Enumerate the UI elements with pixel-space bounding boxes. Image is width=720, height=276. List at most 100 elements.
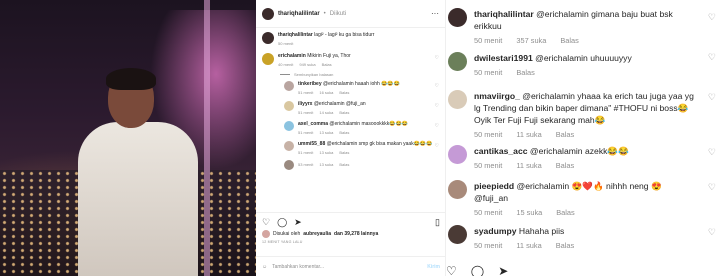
reply-username[interactable]: tinkeribey xyxy=(298,81,322,87)
reply-button[interactable]: Balas xyxy=(322,62,332,69)
comment-username[interactable]: nmaviirgo_ xyxy=(474,91,520,101)
heart-icon[interactable]: ♡ xyxy=(708,12,716,23)
post-actions: ♡ ◯ ➤ ▯ xyxy=(256,212,445,232)
comment-input[interactable]: Tambahkan komentar... xyxy=(272,264,324,270)
comment-likes[interactable]: 11 suka xyxy=(516,161,541,170)
comment-item: erichalamin Mikirin Fuji ya, Thor 40 men… xyxy=(262,53,439,68)
share-icon[interactable]: ➤ xyxy=(498,264,508,276)
reply-button[interactable]: Balas xyxy=(339,150,349,157)
person-body xyxy=(78,122,198,276)
heart-icon[interactable]: ♡ xyxy=(708,182,716,193)
comment-likes[interactable]: 949 suka xyxy=(299,62,315,69)
reply-button[interactable]: Balas xyxy=(339,110,349,117)
reply-likes[interactable]: 14 suka xyxy=(319,110,333,117)
comment-likes[interactable]: 15 suka xyxy=(516,208,542,217)
comment-username[interactable]: cantikas_acc xyxy=(474,146,528,156)
reply-text: @erichalamin smp gk bisa makan yaak😂😂😂 xyxy=(326,141,433,147)
heart-icon[interactable]: ♡ xyxy=(708,227,716,238)
heart-icon[interactable]: ♡ xyxy=(435,83,439,90)
heart-icon[interactable]: ♡ xyxy=(435,143,439,150)
heart-icon[interactable]: ♡ xyxy=(435,55,439,62)
comment-item: nmaviirgo_ @erichalamin yhaaa ka erich t… xyxy=(448,90,720,139)
reply-item: tinkeribey @erichalamin haaah iohh 😂😂😂 5… xyxy=(284,81,439,96)
commenter-avatar[interactable] xyxy=(448,8,467,27)
reply-button[interactable]: Balas xyxy=(556,130,575,139)
comment-text: Mikirin Fuji ya, Thor xyxy=(307,53,351,59)
reply-item: ummi55_88 @erichalamin smp gk bisa makan… xyxy=(284,141,439,156)
comment-username[interactable]: erichalamin xyxy=(278,53,306,59)
comment-username[interactable]: pieepiedd xyxy=(474,181,514,191)
heart-icon[interactable]: ♡ xyxy=(708,92,716,103)
follow-status[interactable]: Diikuti xyxy=(330,11,346,17)
reply-button[interactable]: Balas xyxy=(556,241,575,250)
emoji-icon[interactable]: ☺ xyxy=(262,264,267,270)
post-photo[interactable] xyxy=(0,0,256,276)
reply-time: 51 menit xyxy=(298,109,314,115)
heart-icon[interactable]: ♡ xyxy=(435,103,439,110)
bookmark-icon[interactable]: ▯ xyxy=(435,217,440,228)
replier-avatar[interactable] xyxy=(284,160,294,170)
commenter-avatar[interactable] xyxy=(448,180,467,199)
replier-avatar[interactable] xyxy=(284,121,294,131)
commenter-avatar[interactable] xyxy=(448,225,467,244)
heart-icon[interactable]: ♡ xyxy=(708,147,716,158)
reply-likes[interactable]: 16 suka xyxy=(319,90,333,97)
reply-button[interactable]: Balas xyxy=(560,36,579,45)
comment-item: thariqhalilintar @erichalamin gimana baj… xyxy=(448,8,720,45)
commenter-avatar[interactable] xyxy=(448,145,467,164)
comment-likes[interactable]: 11 suka xyxy=(516,130,541,139)
reply-username[interactable]: axel_comma xyxy=(298,121,328,127)
heart-icon[interactable]: ♡ xyxy=(262,217,270,228)
reply-button[interactable]: Balas xyxy=(339,90,349,97)
reply-likes[interactable]: 13 suka xyxy=(319,162,333,169)
commenter-avatar[interactable] xyxy=(448,90,467,109)
comment-time: 40 menit xyxy=(278,61,294,67)
comment-time: 50 menit xyxy=(474,36,503,45)
heart-icon[interactable]: ♡ xyxy=(446,264,457,276)
reply-button[interactable]: Balas xyxy=(556,208,575,217)
caption-username[interactable]: thariqhalilintar xyxy=(278,32,313,38)
reply-item: 53 menit 13 suka Balas xyxy=(284,160,439,170)
reply-username[interactable]: iliyyrx xyxy=(298,101,312,107)
likes-summary: Disukai oleh aubreyaulia dan 39,278 lain… xyxy=(262,230,378,238)
caption: thariqhalilintar lagi² - lagi² ku ga bis… xyxy=(262,32,439,47)
post-header: thariqhalilintar • Diikuti ··· xyxy=(256,0,445,28)
post-comment-button[interactable]: Kirim xyxy=(427,264,440,270)
comment-item: syadumpy Hahaha piis 50 menit 11 suka Ba… xyxy=(448,225,720,250)
share-icon[interactable]: ➤ xyxy=(294,217,302,228)
heart-icon[interactable]: ♡ xyxy=(435,123,439,130)
commenter-avatar[interactable] xyxy=(448,52,467,71)
author-avatar[interactable] xyxy=(262,7,274,20)
comment-icon[interactable]: ◯ xyxy=(277,217,287,228)
author-avatar[interactable] xyxy=(262,32,274,44)
reply-username[interactable]: ummi55_88 xyxy=(298,141,325,147)
replier-avatar[interactable] xyxy=(284,81,294,91)
reply-likes[interactable]: 13 suka xyxy=(319,150,333,157)
comment-likes[interactable]: 11 suka xyxy=(516,241,541,250)
comment-username[interactable]: syadumpy xyxy=(474,226,517,236)
heart-icon[interactable]: ♡ xyxy=(708,52,716,63)
reply-button[interactable]: Balas xyxy=(516,68,535,77)
comment-likes[interactable]: 357 suka xyxy=(516,36,546,45)
comments-panel: thariqhalilintar • Diikuti ··· thariqhal… xyxy=(256,0,446,276)
hide-replies-button[interactable]: Sembunyikan balasan xyxy=(280,72,439,77)
reply-time: 51 menit xyxy=(298,89,314,95)
liker-avatar xyxy=(262,230,270,238)
likes-user[interactable]: aubreyaulia xyxy=(303,231,331,237)
reply-button[interactable]: Balas xyxy=(556,161,575,170)
reply-likes[interactable]: 13 suka xyxy=(319,130,333,137)
reply-button[interactable]: Balas xyxy=(339,130,349,137)
replier-avatar[interactable] xyxy=(284,141,294,151)
reply-time: 51 menit xyxy=(298,129,314,135)
likes-count[interactable]: dan 39,278 lainnya xyxy=(334,231,378,237)
more-icon[interactable]: ··· xyxy=(431,9,439,18)
commenter-avatar[interactable] xyxy=(262,53,274,65)
comment-icon[interactable]: ◯ xyxy=(471,264,484,276)
comment-username[interactable]: thariqhalilintar xyxy=(474,9,534,19)
post-date[interactable]: 12 MENIT YANG LALU xyxy=(262,240,303,244)
reply-button[interactable]: Balas xyxy=(339,162,349,169)
comment-username[interactable]: dwilestari1991 xyxy=(474,53,533,63)
author-username[interactable]: thariqhalilintar xyxy=(278,11,320,17)
person-hair xyxy=(106,68,156,90)
replier-avatar[interactable] xyxy=(284,101,294,111)
